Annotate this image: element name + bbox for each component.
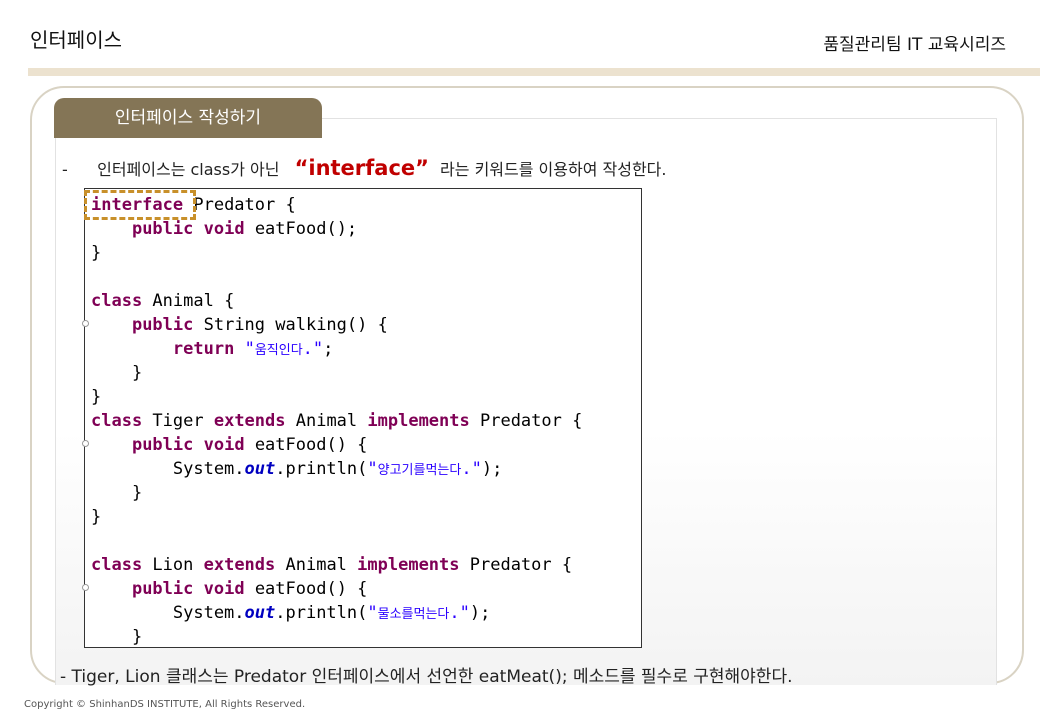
code-token: } xyxy=(91,363,143,383)
code-line: } xyxy=(91,241,101,265)
code-token: class xyxy=(91,291,143,311)
code-token: interface xyxy=(91,195,184,215)
code-token: Predator { xyxy=(469,411,583,431)
code-token: Predator { xyxy=(459,555,573,575)
code-token: 움직인다 xyxy=(254,343,303,358)
code-token: extends xyxy=(203,555,276,575)
code-line: System.out.println("양고기를먹는다."); xyxy=(91,457,502,481)
bullet-keyword: “interface” xyxy=(294,156,429,180)
code-line: public String walking() { xyxy=(91,313,388,337)
code-line: } xyxy=(91,385,101,409)
copyright: Copyright © ShinhanDS INSTITUTE, All Rig… xyxy=(24,699,306,710)
code-line: } xyxy=(91,361,142,385)
code-line: class Lion extends Animal implements Pre… xyxy=(91,553,572,577)
code-token: } xyxy=(91,627,143,647)
code-token: " xyxy=(367,459,378,479)
code-token: Animal xyxy=(285,411,368,431)
code-token: eatFood(); xyxy=(244,219,358,239)
code-line: } xyxy=(91,625,143,647)
code-token: ." xyxy=(461,459,482,479)
series-title: 품질관리팀 IT 교육시리즈 xyxy=(823,35,1006,55)
line-marker xyxy=(82,440,89,447)
code-token: eatFood() { xyxy=(244,579,368,599)
code-token: eatFood() { xyxy=(244,435,368,455)
line-marker xyxy=(82,320,89,327)
code-token: System. xyxy=(91,459,245,479)
code-line: interface Predator { xyxy=(91,193,296,217)
code-token: class xyxy=(91,411,143,431)
code-line: public void eatFood(); xyxy=(91,217,357,241)
code-token: .println( xyxy=(275,459,368,479)
code-token: class xyxy=(91,555,143,575)
code-token: Predator { xyxy=(183,195,296,215)
code-line: public void eatFood() { xyxy=(91,577,367,601)
section-tab: 인터페이스 작성하기 xyxy=(54,98,322,138)
code-token: System. xyxy=(91,603,245,623)
code-token: void xyxy=(203,579,245,599)
line-marker xyxy=(82,584,89,591)
header-divider xyxy=(28,68,1040,76)
code-line: class Tiger extends Animal implements Pr… xyxy=(91,409,582,433)
code-line: } xyxy=(91,481,142,505)
code-token: String walking() { xyxy=(193,315,388,335)
code-token: } xyxy=(91,483,143,503)
code-line: class Animal { xyxy=(91,289,234,313)
code-line: public void eatFood() { xyxy=(91,433,367,457)
code-block: interface Predator { public void eatFood… xyxy=(84,188,642,648)
code-token: .println( xyxy=(275,603,368,623)
code-token: ." xyxy=(302,339,324,359)
bullet-prefix: 인터페이스는 class가 아닌 xyxy=(97,160,280,179)
bullet-suffix: 라는 키워드를 이용하여 작성한다. xyxy=(440,160,667,179)
code-token: Tiger xyxy=(142,411,214,431)
code-token: ); xyxy=(469,603,491,623)
code-token: public xyxy=(131,435,194,455)
code-token: void xyxy=(203,435,245,455)
code-token: public xyxy=(131,219,194,239)
code-token: ." xyxy=(449,603,470,623)
code-token: ; xyxy=(323,339,334,359)
code-token: Animal { xyxy=(142,291,235,311)
code-token: out xyxy=(244,459,276,479)
code-token: implements xyxy=(357,555,460,575)
code-token: out xyxy=(244,603,276,623)
code-token: void xyxy=(203,219,245,239)
bullet-line: - 인터페이스는 class가 아닌 “interface” 라는 키워드를 이… xyxy=(62,156,666,180)
code-line: System.out.println("물소를먹는다."); xyxy=(91,601,490,625)
code-token: } xyxy=(91,507,102,527)
code-line: return "움직인다."; xyxy=(91,337,334,361)
bullet-dash: - xyxy=(62,160,68,179)
code-token: " xyxy=(244,339,255,359)
code-token: public xyxy=(131,315,194,335)
code-token: 물소를먹는다 xyxy=(377,607,450,622)
code-token: } xyxy=(91,243,102,263)
code-token: } xyxy=(91,387,102,407)
code-token: Lion xyxy=(142,555,204,575)
code-token: return xyxy=(172,339,235,359)
footer-note: - Tiger, Lion 클래스는 Predator 인터페이스에서 선언한 … xyxy=(60,667,793,687)
page-title: 인터페이스 xyxy=(30,28,122,52)
code-token: " xyxy=(367,603,378,623)
code-token: ); xyxy=(481,459,503,479)
section-tab-label: 인터페이스 작성하기 xyxy=(114,108,262,128)
code-token: 양고기를먹는다 xyxy=(377,463,462,478)
code-token: public xyxy=(131,579,194,599)
code-token: Animal xyxy=(275,555,358,575)
code-line: } xyxy=(91,505,101,529)
code-token: extends xyxy=(213,411,286,431)
code-token: implements xyxy=(367,411,470,431)
